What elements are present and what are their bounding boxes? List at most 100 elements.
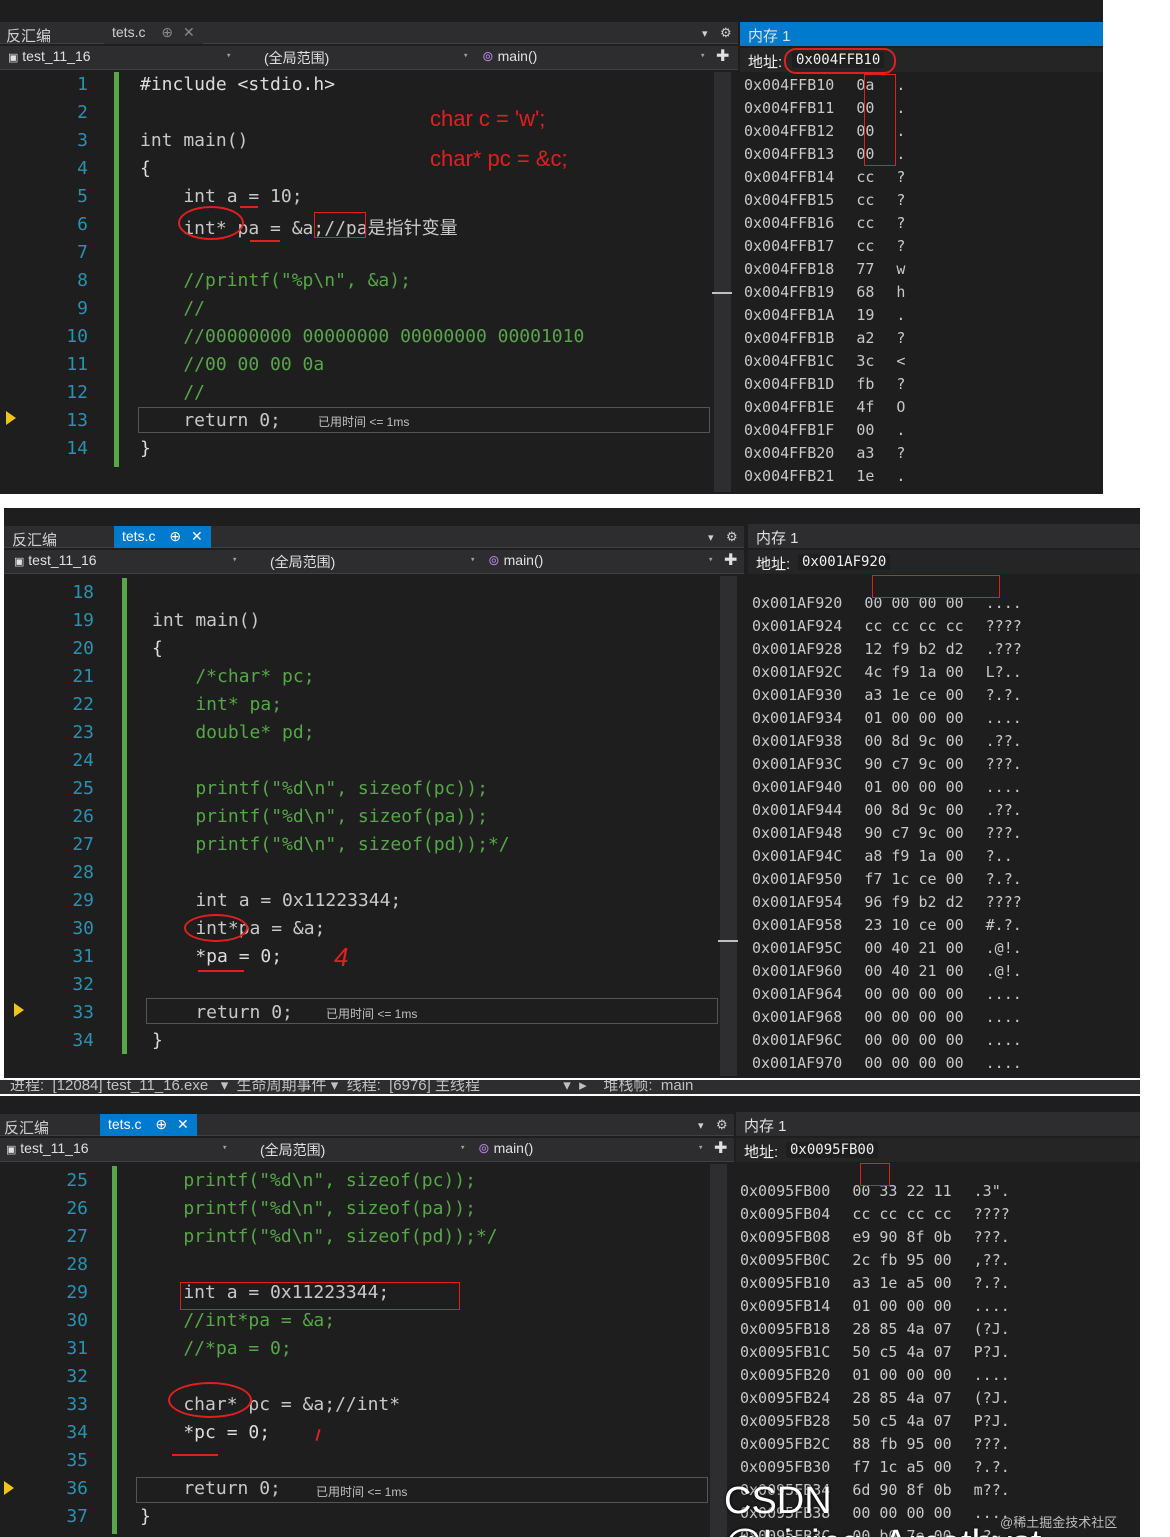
file-tab[interactable]: tets.c ⊕ ✕ — [100, 1114, 197, 1136]
split-icon[interactable]: ✚ — [722, 550, 737, 570]
memory-address: 0x004FFB15 — [744, 191, 835, 209]
memory-bytes: e9 90 8f 0b — [852, 1228, 952, 1246]
scope-dropdown[interactable]: (全局范围) — [262, 48, 470, 68]
memory-title: 内存 1 — [748, 28, 791, 45]
debugger-panel-1: 反汇编 tets.c ⊕ ✕ ▾ ⚙ ▣ test_11_16 ▾ (全局范围)… — [0, 0, 1103, 494]
memory-bytes: cc cc cc cc — [852, 1205, 952, 1223]
memory-address: 0x0095FB24 — [740, 1389, 831, 1407]
disasm-tab[interactable]: 反汇编 — [12, 529, 57, 550]
pin-icon[interactable]: ⊕ — [155, 1116, 167, 1132]
memory-address: 0x001AF940 — [752, 778, 843, 796]
chevron-down-icon[interactable]: ▾ — [222, 1143, 227, 1153]
chevron-down-icon[interactable]: ▾ — [698, 1143, 703, 1153]
line-number: 22 — [72, 694, 94, 715]
memory-address: 0x004FFB19 — [744, 283, 835, 301]
line-number: 34 — [66, 1422, 88, 1443]
memory-address: 0x001AF948 — [752, 824, 843, 842]
annotation-box-amp-a — [314, 212, 366, 238]
memory-ascii: #.?. — [985, 916, 1022, 934]
close-icon[interactable]: ✕ — [177, 1116, 189, 1132]
memory-header: 内存 1 — [740, 22, 1103, 46]
chevron-down-icon[interactable]: ▾ — [463, 51, 468, 61]
memory-row: 0x0095FB28 50 c5 4a 07 P?J. — [740, 1412, 1010, 1430]
gear-icon[interactable]: ⚙ — [720, 25, 732, 41]
annotation-underline-pa — [250, 240, 280, 242]
function-dropdown[interactable]: ⊚ main() — [480, 48, 700, 68]
function-dropdown[interactable]: ⊚ main() — [486, 552, 706, 572]
memory-ascii: . — [896, 76, 906, 94]
code-line: printf("%d\n", sizeof(pc)); — [140, 1170, 476, 1191]
chevron-down-icon[interactable]: ▾ — [232, 555, 237, 565]
project-dropdown[interactable]: ▣ test_11_16 — [12, 552, 240, 572]
line-number: 31 — [72, 946, 94, 967]
address-input[interactable]: 0x001AF920 — [798, 554, 891, 570]
current-line-arrow-icon — [4, 1481, 14, 1495]
line-number: 18 — [72, 582, 94, 603]
scope-dropdown[interactable]: (全局范围) — [258, 1140, 466, 1160]
code-line: printf("%d\n", sizeof(pd));*/ — [152, 834, 510, 855]
memory-address: 0x004FFB1C — [744, 352, 835, 370]
memory-address: 0x004FFB20 — [744, 444, 835, 462]
gear-icon[interactable]: ⚙ — [726, 529, 738, 545]
memory-address: 0x004FFB1B — [744, 329, 835, 347]
editor-scrollbar[interactable] — [720, 576, 737, 1076]
pin-icon[interactable]: ⊕ — [169, 528, 181, 544]
line-number: 8 — [77, 270, 88, 291]
close-icon[interactable]: ✕ — [191, 528, 203, 544]
dropdown-icon[interactable]: ▾ — [702, 27, 708, 40]
split-icon[interactable]: ✚ — [714, 46, 729, 66]
memory-address: 0x001AF96C — [752, 1031, 843, 1049]
chevron-down-icon[interactable]: ▾ — [470, 555, 475, 565]
chevron-down-icon[interactable]: ▾ — [460, 1143, 465, 1153]
debug-location-text: 进程: [12084] test_11_16.exe ▾ 生命周期事件 ▾ 线程… — [10, 1080, 694, 1094]
memory-ascii: P?J. — [973, 1343, 1010, 1361]
memory-bytes: 00 00 00 00 — [864, 1031, 964, 1049]
memory-ascii: P?J. — [973, 1412, 1010, 1430]
dropdown-icon[interactable]: ▾ — [698, 1119, 704, 1132]
code-line: *pc = 0; — [140, 1422, 271, 1443]
chevron-down-icon[interactable]: ▾ — [700, 51, 705, 61]
disasm-tab[interactable]: 反汇编 — [4, 1117, 49, 1138]
editor-scrollbar[interactable] — [714, 72, 731, 492]
memory-bytes: 4f — [856, 398, 875, 416]
memory-address: 0x004FFB12 — [744, 122, 835, 140]
memory-address: 0x0095FB14 — [740, 1297, 831, 1315]
project-dropdown[interactable]: ▣ test_11_16 — [4, 1140, 232, 1160]
scope-dropdown[interactable]: (全局范围) — [268, 552, 476, 572]
memory-ascii: .... — [985, 778, 1022, 796]
memory-bytes: 28 85 4a 07 — [852, 1389, 952, 1407]
function-icon: ⊚ — [478, 1140, 490, 1156]
annotation-box-bytes — [872, 575, 1000, 598]
pin-icon[interactable]: ⊕ — [161, 24, 173, 40]
function-dropdown[interactable]: ⊚ main() — [476, 1140, 696, 1160]
memory-ascii: O — [896, 398, 906, 416]
split-icon[interactable]: ✚ — [712, 1138, 727, 1158]
memory-ascii: ? — [896, 375, 906, 393]
debug-location-bar: 进程: [12084] test_11_16.exe ▾ 生命周期事件 ▾ 线程… — [0, 1080, 1140, 1094]
memory-row: 0x001AF938 00 8d 9c 00.??. — [752, 732, 1022, 750]
code-line: // — [140, 298, 206, 319]
annotation-underline-a — [240, 206, 258, 208]
file-tab[interactable]: tets.c ⊕ ✕ — [114, 526, 211, 548]
scroll-thumb[interactable] — [712, 292, 732, 294]
project-icon: ▣ — [8, 52, 19, 64]
memory-ascii: ? — [896, 329, 906, 347]
code-line: *pa = 0; — [152, 946, 283, 967]
file-tab[interactable]: tets.c ⊕ ✕ — [104, 22, 203, 44]
code-line: double* pd; — [152, 722, 315, 743]
project-dropdown[interactable]: ▣ test_11_16 — [6, 48, 234, 68]
close-icon[interactable]: ✕ — [183, 24, 195, 40]
memory-address: 0x0095FB0C — [740, 1251, 831, 1269]
dropdown-icon[interactable]: ▾ — [708, 531, 714, 544]
chevron-down-icon[interactable]: ▾ — [708, 555, 713, 565]
memory-address: 0x0095FB1C — [740, 1343, 831, 1361]
chevron-down-icon[interactable]: ▾ — [226, 51, 231, 61]
scroll-thumb[interactable] — [718, 940, 738, 942]
memory-bytes: 50 c5 4a 07 — [852, 1412, 952, 1430]
memory-header: 内存 1 — [748, 524, 1140, 548]
memory-address: 0x001AF930 — [752, 686, 843, 704]
address-input[interactable]: 0x0095FB00 — [786, 1142, 879, 1158]
code-line: int main() — [152, 610, 261, 631]
disasm-tab[interactable]: 反汇编 — [6, 25, 51, 46]
gear-icon[interactable]: ⚙ — [716, 1117, 728, 1133]
